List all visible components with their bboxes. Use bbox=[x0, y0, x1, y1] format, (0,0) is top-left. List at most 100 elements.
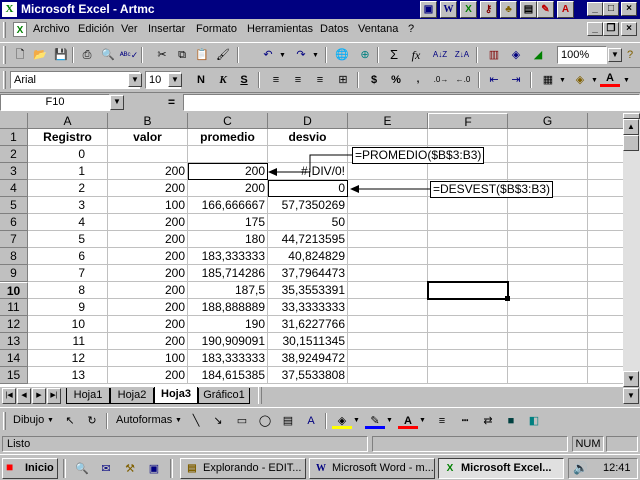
oval-icon[interactable]: ◯ bbox=[255, 411, 275, 431]
office-icon[interactable]: ▣ bbox=[420, 1, 437, 18]
menu-ventana[interactable]: Ventana bbox=[358, 23, 398, 35]
menu-edicion[interactable]: Edición bbox=[78, 23, 114, 35]
menu-insertar[interactable]: Insertar bbox=[148, 23, 185, 35]
menu-datos[interactable]: Datos bbox=[320, 23, 349, 35]
equals-button[interactable]: = bbox=[168, 95, 175, 109]
line-color-dropdown-icon[interactable]: ▼ bbox=[386, 417, 393, 424]
workbook-icon[interactable]: X bbox=[13, 22, 27, 37]
wordart-icon[interactable]: A bbox=[301, 411, 321, 431]
first-sheet-icon[interactable]: |◀ bbox=[2, 388, 16, 404]
font-color-icon[interactable]: A bbox=[600, 70, 620, 87]
menu-archivo[interactable]: Archivo bbox=[33, 23, 70, 35]
excel-shortcut-icon[interactable]: X bbox=[460, 1, 477, 18]
3d-icon[interactable]: ◧ bbox=[524, 411, 544, 431]
redo-dropdown-icon[interactable]: ▼ bbox=[312, 52, 319, 59]
quicklaunch-tool-icon[interactable]: ⚒ bbox=[120, 459, 140, 479]
dibujo-dropdown-icon[interactable]: ▼ bbox=[47, 417, 54, 424]
align-center-icon[interactable]: ≡ bbox=[288, 70, 308, 90]
line-style-icon[interactable]: ≡ bbox=[432, 411, 452, 431]
draw-font-color-icon[interactable]: A bbox=[398, 411, 418, 429]
print-icon[interactable]: ⎙ bbox=[77, 45, 97, 65]
arrow-style-icon[interactable]: ⇄ bbox=[478, 411, 498, 431]
quicklaunch-explorer-icon[interactable]: 🔍 bbox=[72, 459, 92, 479]
doc-restore-button[interactable]: ❐ bbox=[603, 22, 619, 36]
align-right-icon[interactable]: ≡ bbox=[310, 70, 330, 90]
binder-icon[interactable]: ♣ bbox=[500, 1, 517, 18]
vertical-scrollbar[interactable]: ▲ ▼ bbox=[623, 113, 640, 387]
access-key-icon[interactable]: ⚷ bbox=[480, 1, 497, 18]
cut-icon[interactable]: ✂ bbox=[152, 45, 172, 65]
prev-sheet-icon[interactable]: ◀ bbox=[17, 388, 31, 404]
scroll-up-icon[interactable]: ▲ bbox=[623, 119, 639, 135]
decrease-indent-icon[interactable]: ⇤ bbox=[484, 70, 504, 90]
drawing-icon[interactable]: ◢ bbox=[528, 45, 548, 65]
bold-button[interactable]: N bbox=[191, 70, 211, 90]
tab-hoja1[interactable]: Hoja1 bbox=[66, 388, 110, 404]
tab-hoja2[interactable]: Hoja2 bbox=[110, 388, 154, 404]
currency-button[interactable]: $ bbox=[364, 70, 384, 90]
quicklaunch-desktop-icon[interactable]: ▣ bbox=[144, 459, 164, 479]
borders-icon[interactable]: ▦ bbox=[538, 70, 558, 90]
sort-ascending-icon[interactable]: A↓Z bbox=[430, 45, 450, 65]
word-icon[interactable]: W bbox=[440, 1, 457, 18]
text-box-icon[interactable]: ▤ bbox=[278, 411, 298, 431]
fill-dropdown-icon[interactable]: ▼ bbox=[591, 77, 598, 84]
comma-style-icon[interactable]: , bbox=[408, 70, 428, 90]
maximize-button[interactable]: □ bbox=[603, 2, 619, 16]
dash-style-icon[interactable]: ┅ bbox=[455, 411, 475, 431]
menu-ver[interactable]: Ver bbox=[121, 23, 138, 35]
font-combo[interactable]: Arial bbox=[10, 71, 140, 89]
tab-grafico1[interactable]: Gráfico1 bbox=[198, 388, 250, 404]
rectangle-icon[interactable]: ▭ bbox=[232, 411, 252, 431]
doc-minimize-button[interactable]: _ bbox=[587, 22, 603, 36]
acrobat-icon[interactable]: A bbox=[557, 1, 574, 18]
font-dropdown-icon[interactable]: ▼ bbox=[128, 73, 142, 87]
copy-icon[interactable]: ⧉ bbox=[172, 45, 192, 65]
arrow-icon[interactable]: ↘ bbox=[208, 411, 228, 431]
italic-button[interactable]: K bbox=[213, 70, 233, 90]
merge-center-icon[interactable]: ⊞ bbox=[333, 70, 353, 90]
web-toolbar-icon[interactable]: ⊕ bbox=[355, 45, 375, 65]
draw-font-color-dropdown-icon[interactable]: ▼ bbox=[419, 417, 426, 424]
hyperlink-icon[interactable]: 🌐 bbox=[332, 45, 352, 65]
paste-icon[interactable]: 📋 bbox=[192, 45, 212, 65]
scroll-down-icon[interactable]: ▼ bbox=[623, 371, 639, 387]
undo-dropdown-icon[interactable]: ▼ bbox=[279, 52, 286, 59]
tab-split-bar[interactable] bbox=[258, 387, 262, 404]
fill-color-icon[interactable]: ◈ bbox=[570, 70, 590, 90]
decrease-decimal-icon[interactable]: ←.0 bbox=[453, 70, 473, 90]
increase-indent-icon[interactable]: ⇥ bbox=[506, 70, 526, 90]
select-objects-icon[interactable]: ↖ bbox=[60, 411, 80, 431]
zoom-dropdown-icon[interactable]: ▼ bbox=[608, 48, 622, 62]
open-icon[interactable]: 📂 bbox=[30, 45, 50, 65]
sort-descending-icon[interactable]: Z↓A bbox=[452, 45, 472, 65]
doc-close-button[interactable]: × bbox=[621, 22, 637, 36]
fill-bucket-dropdown-icon[interactable]: ▼ bbox=[353, 417, 360, 424]
dibujo-menu[interactable]: Dibujo bbox=[13, 414, 44, 426]
map-icon[interactable]: ◈ bbox=[506, 45, 526, 65]
shadow-icon[interactable]: ■ bbox=[501, 411, 521, 431]
name-box-dropdown-icon[interactable]: ▼ bbox=[110, 95, 124, 110]
scroll-down-lower-icon[interactable]: ▼ bbox=[623, 388, 639, 404]
new-icon[interactable]: 🗋 bbox=[10, 45, 30, 65]
edit-icon[interactable]: ✎ bbox=[537, 1, 554, 18]
explorer-icon[interactable]: ▤ bbox=[520, 1, 537, 18]
scroll-thumb[interactable] bbox=[623, 135, 639, 151]
excel-icon[interactable]: X bbox=[2, 2, 17, 17]
font-color-dropdown-icon[interactable]: ▼ bbox=[623, 77, 630, 84]
autosum-icon[interactable]: Σ bbox=[384, 45, 404, 65]
function-icon[interactable]: fx bbox=[406, 45, 426, 65]
format-painter-icon[interactable]: 🖌 bbox=[213, 45, 233, 65]
minimize-button[interactable]: _ bbox=[587, 2, 603, 16]
tab-hoja3[interactable]: Hoja3 bbox=[154, 387, 198, 404]
print-preview-icon[interactable]: 🔍 bbox=[98, 45, 118, 65]
name-box[interactable]: F10 bbox=[0, 94, 110, 111]
office-assistant-icon[interactable]: ? bbox=[622, 45, 638, 65]
close-button[interactable]: × bbox=[621, 2, 637, 16]
borders-dropdown-icon[interactable]: ▼ bbox=[559, 77, 566, 84]
chart-wizard-icon[interactable]: ▥ bbox=[484, 45, 504, 65]
last-sheet-icon[interactable]: ▶| bbox=[47, 388, 61, 404]
underline-button[interactable]: S bbox=[234, 70, 254, 90]
tray-icon[interactable]: 🔊 bbox=[573, 461, 588, 475]
free-rotate-icon[interactable]: ↻ bbox=[82, 411, 102, 431]
